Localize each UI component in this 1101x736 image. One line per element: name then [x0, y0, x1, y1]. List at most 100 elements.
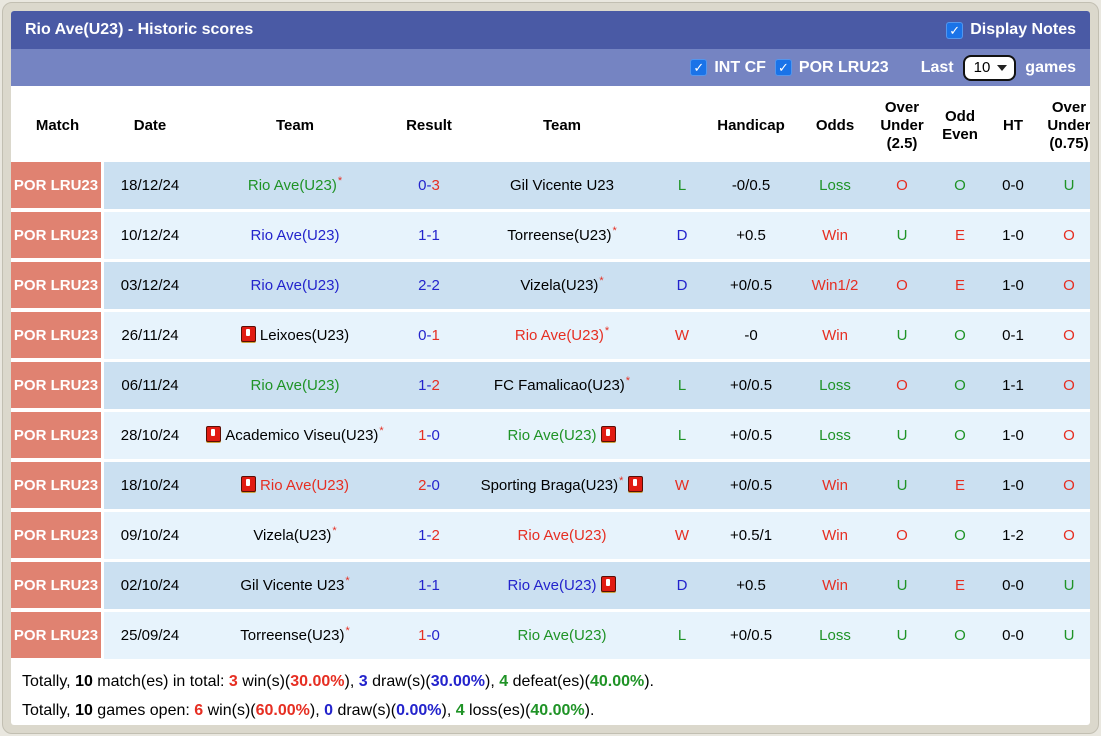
- int-cf-checkbox[interactable]: ✓: [690, 59, 708, 76]
- column-header: Team: [464, 89, 660, 159]
- handicap-cell: -0/0.5: [704, 162, 798, 209]
- away-team-name: Torreense(U23): [507, 227, 612, 244]
- over-under-25-cell: U: [872, 462, 932, 509]
- display-notes-checkbox[interactable]: ✓: [946, 21, 964, 39]
- summary-segment: 40.00%: [530, 702, 585, 719]
- odds-cell: Win: [798, 462, 872, 509]
- over-under-25-cell: O: [872, 512, 932, 559]
- summary-footer: Totally, 10 match(es) in total: 3 win(s)…: [11, 662, 1090, 725]
- column-header: Odds: [798, 89, 872, 159]
- home-team-name: Gil Vicente U23: [240, 577, 345, 594]
- away-team-cell: Rio Ave(U23): [464, 562, 660, 609]
- home-team-cell: Leixoes(U23): [196, 312, 394, 359]
- odds-cell: Win1/2: [798, 262, 872, 309]
- por-lru23-checkbox[interactable]: ✓: [774, 59, 792, 76]
- handicap-cell: +0/0.5: [704, 612, 798, 659]
- match-league-cell: POR LRU23: [11, 512, 104, 559]
- home-score: 0: [418, 327, 427, 344]
- over-under-25-cell: O: [872, 262, 932, 309]
- column-header: Date: [104, 89, 196, 159]
- odd-even-cell: E: [932, 562, 988, 609]
- summary-segment: 4: [455, 702, 465, 719]
- home-score: 0: [418, 177, 427, 194]
- odd-even-cell: O: [932, 162, 988, 209]
- ht-score-cell: 1-0: [988, 212, 1038, 259]
- red-card-icon: [601, 426, 617, 442]
- page-frame: Rio Ave(U23) - Historic scores ✓ Display…: [2, 2, 1099, 734]
- table-row: POR LRU23 26/11/24 Leixoes(U23) 0-1 Rio Ave(…: [11, 312, 1090, 359]
- odds-cell: Win: [798, 212, 872, 259]
- home-team-name: Rio Ave(U23): [250, 277, 340, 294]
- summary-segment: Totally,: [22, 702, 76, 719]
- display-notes-label: Display Notes: [970, 21, 1076, 38]
- match-league-cell: POR LRU23: [11, 562, 104, 609]
- over-under-075-cell: O: [1038, 412, 1090, 459]
- date-cell: 18/10/24: [104, 462, 196, 509]
- table-row: POR LRU23 03/12/24 Rio Ave(U23) 2-2 Vizela(U…: [11, 262, 1090, 309]
- ht-score-cell: 1-0: [988, 262, 1038, 309]
- ht-score-cell: 0-0: [988, 612, 1038, 659]
- summary-segment: 3: [358, 673, 368, 690]
- last-games-value: 10: [973, 58, 991, 76]
- match-league-cell: POR LRU23: [11, 462, 104, 509]
- date-cell: 18/12/24: [104, 162, 196, 209]
- ht-score-cell: 1-1: [988, 362, 1038, 409]
- home-team-cell: Rio Ave(U23): [196, 262, 394, 309]
- odds-cell: Win: [798, 312, 872, 359]
- result-cell: 0-1: [394, 312, 464, 359]
- over-under-25-cell: U: [872, 562, 932, 609]
- home-team-name: Leixoes(U23): [259, 327, 350, 344]
- result-cell: 1-0: [394, 412, 464, 459]
- star-marker: *: [379, 425, 384, 437]
- column-header: [660, 89, 704, 159]
- summary-segment: ).: [644, 673, 654, 690]
- date-cell: 26/11/24: [104, 312, 196, 359]
- home-team-name: Torreense(U23): [240, 627, 345, 644]
- over-under-25-cell: U: [872, 412, 932, 459]
- summary-line: Totally, 10 games open: 6 win(s)(60.00%)…: [22, 696, 1079, 725]
- summary-segment: ),: [344, 673, 359, 690]
- summary-segment: defeat(es)(: [508, 673, 590, 690]
- summary-segment: loss(es)(: [464, 702, 531, 719]
- home-team-cell: Vizela(U23)*: [196, 512, 394, 559]
- away-team-cell: FC Famalicao(U23)*: [464, 362, 660, 409]
- red-card-icon: [628, 476, 644, 492]
- home-team-cell: Rio Ave(U23): [196, 462, 394, 509]
- away-score: 0: [431, 627, 440, 644]
- home-score: 2: [418, 277, 427, 294]
- match-league-cell: POR LRU23: [11, 262, 104, 309]
- summary-segment: 4: [499, 673, 509, 690]
- odds-cell: Win: [798, 512, 872, 559]
- summary-segment: 10: [75, 673, 93, 690]
- result-cell: 1-2: [394, 512, 464, 559]
- summary-segment: ),: [441, 702, 456, 719]
- odd-even-cell: E: [932, 462, 988, 509]
- home-team-name: Rio Ave(U23): [247, 177, 337, 194]
- away-score: 0: [431, 477, 440, 494]
- over-under-075-cell: O: [1038, 462, 1090, 509]
- last-games-select[interactable]: 10: [962, 54, 1017, 81]
- red-card-icon: [241, 476, 257, 492]
- red-card-icon: [206, 426, 222, 442]
- handicap-cell: +0.5: [704, 562, 798, 609]
- summary-segment: ),: [485, 673, 500, 690]
- away-team-cell: Sporting Braga(U23)*: [464, 462, 660, 509]
- odds-cell: Loss: [798, 362, 872, 409]
- home-team-cell: Rio Ave(U23): [196, 212, 394, 259]
- away-team-cell: Torreense(U23)*: [464, 212, 660, 259]
- column-header: Team: [196, 89, 394, 159]
- summary-segment: Totally,: [22, 673, 76, 690]
- away-team-cell: Gil Vicente U23: [464, 162, 660, 209]
- home-team-name: Academico Viseu(U23): [225, 427, 379, 444]
- summary-segment: 60.00%: [255, 702, 310, 719]
- summary-segment: 0: [324, 702, 333, 719]
- date-cell: 25/09/24: [104, 612, 196, 659]
- wdl-cell: L: [660, 412, 704, 459]
- away-score: 2: [431, 527, 440, 544]
- star-marker: *: [599, 275, 604, 287]
- away-team-name: Rio Ave(U23): [507, 577, 597, 594]
- star-marker: *: [337, 175, 343, 187]
- column-header: HT: [988, 89, 1038, 159]
- over-under-075-cell: O: [1038, 312, 1090, 359]
- table-row: POR LRU23 09/10/24 Vizela(U23)* 1-2 Rio Ave(…: [11, 512, 1090, 559]
